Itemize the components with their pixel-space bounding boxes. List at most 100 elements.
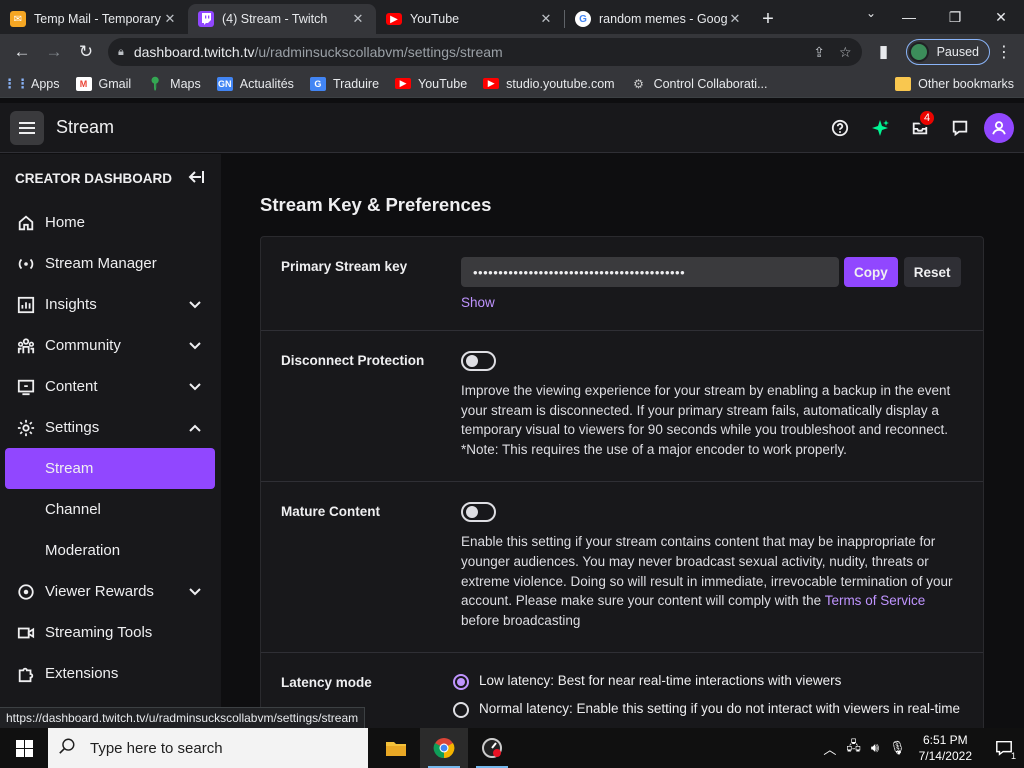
browser-tab-youtube[interactable]: ▶ YouTube ✕: [376, 4, 564, 34]
bookmark-gmail[interactable]: M Gmail: [75, 76, 131, 91]
tab-title: YouTube: [410, 12, 460, 26]
browser-tab-twitch[interactable]: (4) Stream - Twitch ✕: [188, 4, 376, 34]
restore-icon[interactable]: ❐: [932, 0, 978, 34]
sidebar-item-content[interactable]: Content: [0, 366, 221, 407]
youtube-icon: ▶: [395, 78, 412, 89]
hamburger-menu-icon[interactable]: [10, 110, 44, 145]
camera-icon: [17, 624, 35, 642]
tab-close-icon[interactable]: ✕: [538, 11, 554, 27]
profile-avatar: [908, 42, 929, 62]
help-icon[interactable]: [820, 111, 860, 145]
user-avatar[interactable]: [984, 113, 1014, 143]
latency-option-normal[interactable]: Normal latency: Enable this setting if y…: [453, 701, 963, 719]
taskbar-search-box[interactable]: Type here to search: [48, 728, 368, 768]
volume-icon[interactable]: 🔊︎: [871, 740, 879, 756]
side-panel-icon[interactable]: ▮: [868, 36, 900, 68]
translate-icon: G: [309, 76, 326, 91]
minimize-icon[interactable]: —: [886, 0, 932, 34]
bookmark-other[interactable]: Other bookmarks: [895, 76, 1014, 91]
bookmark-traduire[interactable]: G Traduire: [309, 76, 379, 91]
chevron-up-icon: [189, 424, 201, 432]
sidebar-item-extensions[interactable]: Extensions: [0, 653, 221, 694]
copy-button[interactable]: Copy: [844, 257, 898, 287]
new-tab-plus-icon[interactable]: +: [753, 4, 783, 34]
sidebar-item-home[interactable]: Home: [0, 202, 221, 243]
mature-content-toggle[interactable]: [461, 502, 496, 523]
menu-kebab-icon[interactable]: ⋮: [990, 42, 1018, 62]
radio-selected[interactable]: [453, 674, 469, 691]
reset-button[interactable]: Reset: [903, 257, 961, 287]
control-collab-icon: ⚙: [633, 76, 644, 91]
disconnect-protection-label: Disconnect Protection: [281, 353, 425, 368]
browser-toolbar: ← → ↻ 🔒︎ dashboard.twitch.tv/u/radminsuc…: [0, 34, 1024, 70]
tray-chevron-up-icon[interactable]: ︿: [823, 739, 836, 758]
sidebar-item-community[interactable]: Community: [0, 325, 221, 366]
latency-option-low[interactable]: Low latency: Best for near real-time int…: [453, 673, 963, 691]
sidebar-item-channel[interactable]: Channel: [0, 489, 221, 530]
sidebar-item-stream[interactable]: Stream: [5, 448, 215, 489]
whispers-icon[interactable]: [940, 111, 980, 145]
tab-title: (4) Stream - Twitch: [222, 12, 328, 26]
browser-tab-google[interactable]: G random memes - Goog ✕: [565, 4, 753, 34]
rewards-icon: [17, 583, 35, 601]
address-bar[interactable]: 🔒︎ dashboard.twitch.tv/u/radminsuckscoll…: [108, 38, 862, 66]
share-icon[interactable]: ⇪: [813, 44, 825, 61]
network-icon[interactable]: 🖧︎: [846, 737, 861, 759]
reload-icon[interactable]: ↻: [70, 36, 102, 68]
stream-key-field[interactable]: ••••••••••••••••••••••••••••••••••••••••…: [461, 257, 839, 287]
bookmark-star-icon[interactable]: ☆: [839, 44, 852, 61]
tab-close-icon[interactable]: ✕: [162, 11, 178, 27]
chrome-icon[interactable]: [420, 728, 468, 768]
bookmark-apps[interactable]: ⋮⋮ Apps: [3, 76, 60, 91]
radio-unselected[interactable]: [453, 702, 469, 719]
stream-key-row: Primary Stream key •••••••••••••••••••••…: [261, 237, 983, 331]
bookmark-actualites[interactable]: GN Actualités: [216, 76, 294, 91]
bookmark-youtube[interactable]: ▶ YouTube: [395, 77, 467, 91]
chevron-down-icon: [189, 300, 201, 308]
disconnect-protection-toggle[interactable]: [461, 351, 496, 371]
bookmark-control-collab[interactable]: ⚙ Control Collaborati...: [631, 76, 767, 91]
folder-icon: [895, 76, 912, 91]
microphone-icon[interactable]: 🎙︎: [889, 740, 906, 756]
window-controls: — ❐ ✕: [886, 0, 1024, 34]
search-placeholder: Type here to search: [90, 739, 223, 757]
app-recorder-icon[interactable]: [468, 728, 516, 768]
close-window-icon[interactable]: ✕: [978, 0, 1024, 34]
system-tray: ︿ 🖧︎ 🔊︎ 🎙︎ 6:51 PM 7/14/2022 1: [818, 728, 1024, 768]
sidebar-item-viewer-rewards[interactable]: Viewer Rewards: [0, 571, 221, 612]
back-arrow-icon[interactable]: ←: [6, 36, 38, 68]
bookmark-maps[interactable]: 📍︎ Maps: [147, 76, 201, 91]
sidebar-item-settings[interactable]: Settings: [0, 407, 221, 448]
tab-search-chevron-icon[interactable]: ⌄: [866, 6, 876, 20]
bookmark-studio-youtube[interactable]: ▶ studio.youtube.com: [483, 77, 615, 91]
mature-content-description: Enable this setting if your stream conta…: [461, 534, 953, 628]
home-icon: [17, 214, 35, 232]
sidebar-item-insights[interactable]: Insights: [0, 284, 221, 325]
insights-icon: [17, 296, 35, 314]
temp-mail-favicon-icon: ✉: [10, 11, 26, 27]
file-explorer-icon[interactable]: [372, 728, 420, 768]
news-icon: GN: [216, 76, 233, 91]
sidebar-item-stream-manager[interactable]: Stream Manager: [0, 243, 221, 284]
collapse-sidebar-icon[interactable]: [187, 170, 205, 187]
puzzle-icon: [17, 665, 35, 683]
disconnect-protection-row: Disconnect Protection Improve the viewin…: [261, 331, 983, 483]
show-key-link[interactable]: Show: [461, 295, 495, 310]
latency-mode-row: Latency mode Low latency: Best for near …: [261, 653, 983, 728]
sidebar-item-streaming-tools[interactable]: Streaming Tools: [0, 612, 221, 653]
tab-close-icon[interactable]: ✕: [350, 11, 366, 27]
notification-center-icon[interactable]: 1: [984, 728, 1024, 768]
sparkle-icon[interactable]: [860, 111, 900, 145]
lock-icon[interactable]: 🔒︎: [118, 46, 124, 59]
tab-close-icon[interactable]: ✕: [727, 11, 743, 27]
profile-button[interactable]: Paused: [905, 39, 990, 65]
sidebar-item-moderation[interactable]: Moderation: [0, 530, 221, 571]
browser-tab-temp-mail[interactable]: ✉ Temp Mail - Temporary ✕: [0, 4, 188, 34]
chevron-down-icon: [189, 587, 201, 595]
windows-start-icon[interactable]: [0, 728, 48, 768]
forward-arrow-icon[interactable]: →: [38, 36, 70, 68]
inbox-icon[interactable]: 4: [900, 109, 940, 145]
creator-dashboard-sidebar: CREATOR DASHBOARD Home Stream Manager In…: [0, 154, 221, 728]
terms-of-service-link[interactable]: Terms of Service: [825, 593, 926, 608]
taskbar-clock[interactable]: 6:51 PM 7/14/2022: [919, 732, 972, 764]
